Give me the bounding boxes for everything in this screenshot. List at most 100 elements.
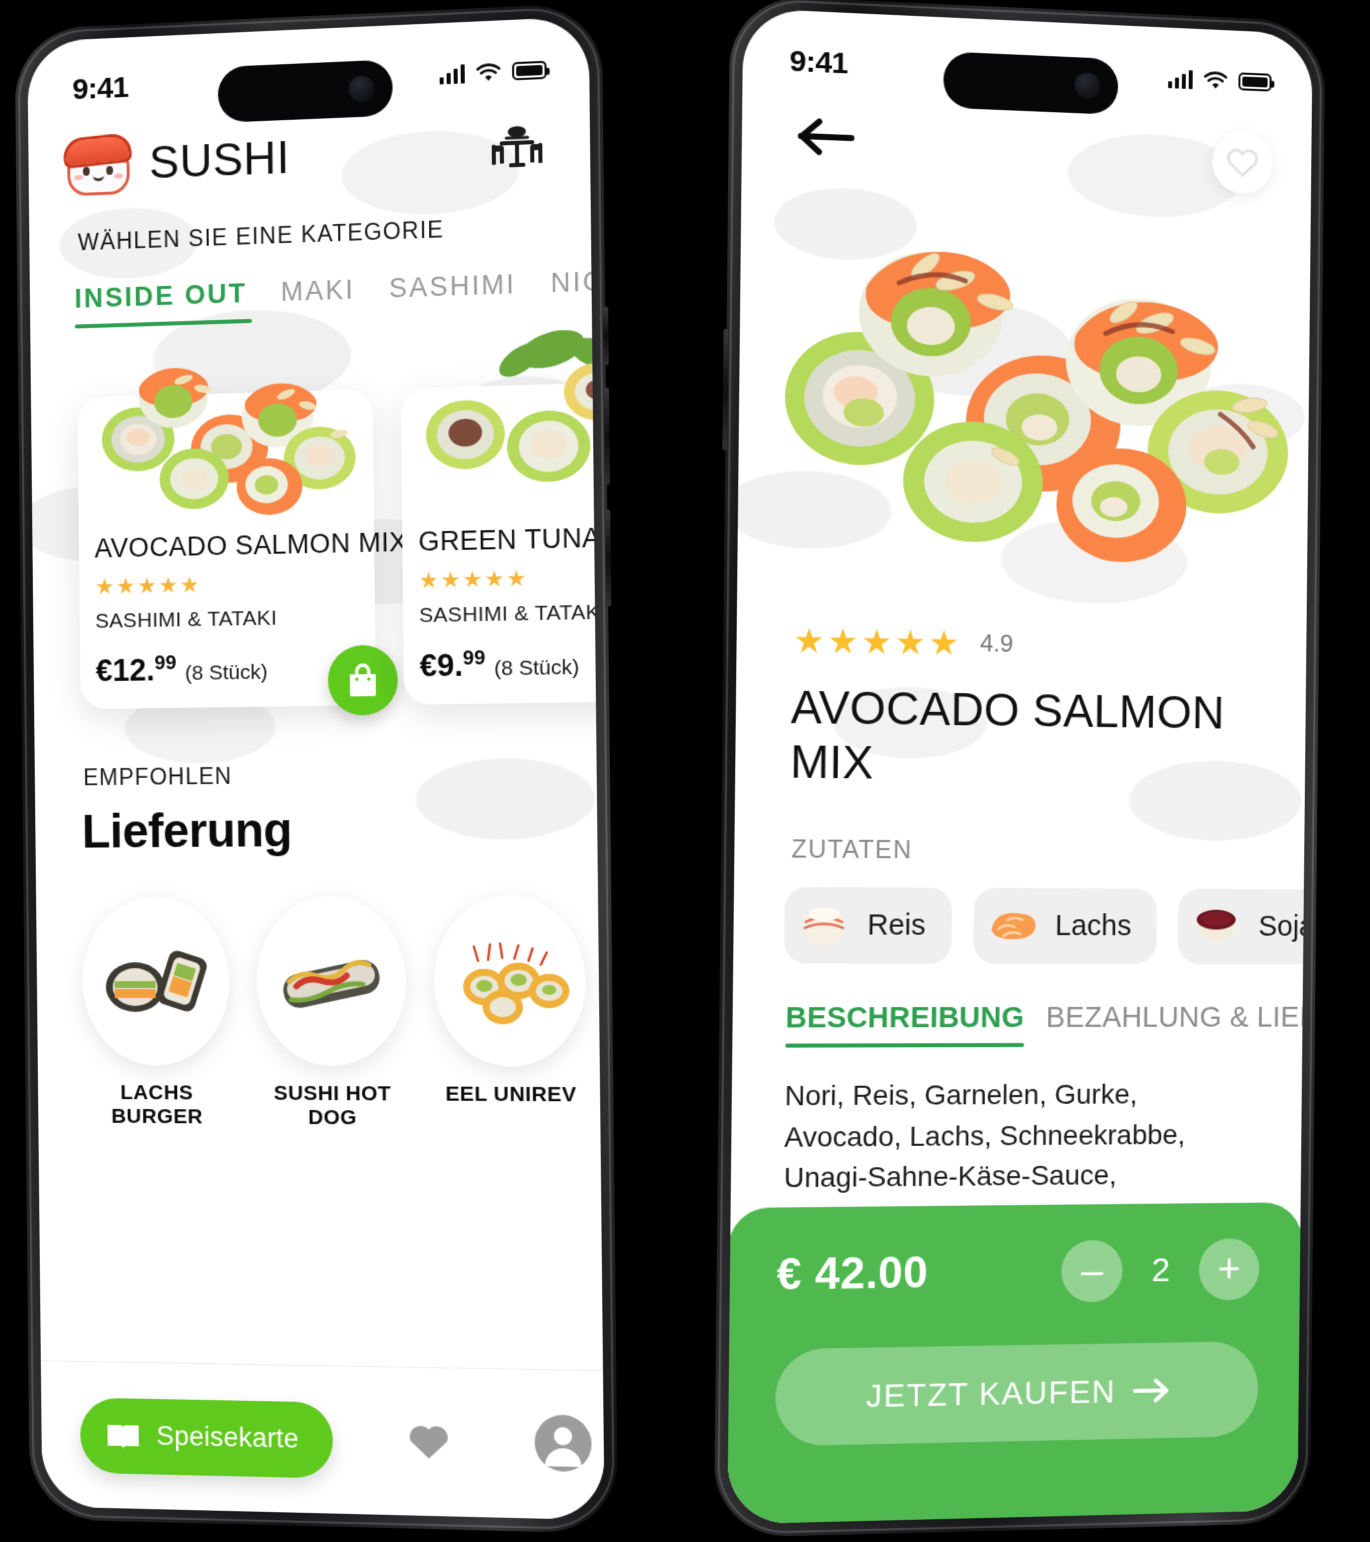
category-tab-inside-out[interactable]: INSIDE OUT bbox=[74, 278, 247, 328]
product-card-green-tuna[interactable]: GREEN TUNA ★★★★★ SASHIMI & TATAKI €9.99 … bbox=[400, 322, 605, 706]
favorites-tab-button[interactable] bbox=[404, 1418, 453, 1466]
right-screen: 9:41 ★★★★★ 4.9 AVOCADO SALMON MIX ZUTATE… bbox=[727, 8, 1313, 1525]
decrease-quantity-button[interactable]: – bbox=[1061, 1239, 1123, 1303]
category-tab-sashimi[interactable]: SASHIMI bbox=[389, 269, 517, 318]
favorite-button[interactable] bbox=[1211, 130, 1273, 195]
ingredient-label: Soja S bbox=[1258, 910, 1313, 943]
detail-tabs: BESCHREIBUNG BEZAHLUNG & LIEFERUNG bbox=[732, 964, 1312, 1048]
arrow-right-icon bbox=[1133, 1376, 1171, 1405]
profile-tab-button[interactable] bbox=[533, 1413, 593, 1476]
product-detail-title: AVOCADO SALMON MIX bbox=[789, 680, 1225, 789]
cellular-bars-icon bbox=[1168, 69, 1193, 89]
back-button[interactable] bbox=[797, 114, 858, 164]
recommended-item-lachs-burger[interactable]: LACHS BURGER bbox=[79, 896, 234, 1130]
recommended-label: LACHS BURGER bbox=[111, 1081, 203, 1129]
front-camera-icon bbox=[1074, 72, 1101, 100]
sushi-roll-photo-icon bbox=[101, 366, 355, 516]
recommended-item-eel-unirev[interactable]: EEL UNIREV bbox=[430, 895, 590, 1132]
product-rating-stars: ★★★★★ bbox=[94, 572, 202, 600]
sushi-roll-photo-icon bbox=[425, 322, 605, 483]
lachs-burger-icon bbox=[105, 948, 209, 1015]
status-time: 9:41 bbox=[789, 44, 849, 81]
recommended-list: LACHS BURGER SUSHI HOT DOG EEL UNIREV bbox=[36, 856, 601, 1132]
arrow-left-icon bbox=[797, 114, 858, 161]
status-indicators bbox=[439, 60, 547, 85]
detail-tab-beschreibung[interactable]: BESCHREIBUNG bbox=[785, 1002, 1024, 1048]
brand-lockup: SUSHI bbox=[62, 126, 291, 197]
front-camera-icon bbox=[348, 75, 375, 103]
ingredients-label: ZUTATEN bbox=[791, 835, 913, 865]
category-tab-maki[interactable]: MAKI bbox=[281, 275, 356, 322]
price-quantity-row: € 42.00 – 2 + bbox=[776, 1238, 1260, 1306]
quantity-value: 2 bbox=[1151, 1250, 1171, 1289]
increase-quantity-button[interactable]: + bbox=[1198, 1238, 1260, 1301]
ingredient-chip-lachs[interactable]: Lachs bbox=[973, 887, 1158, 965]
recommended-image bbox=[433, 895, 587, 1068]
salmon-slice-icon bbox=[985, 901, 1039, 951]
buy-now-button[interactable]: JETZT KAUFEN bbox=[774, 1341, 1259, 1447]
price-main: 9. bbox=[436, 647, 464, 684]
status-time: 9:41 bbox=[72, 71, 129, 107]
detail-tab-bezahlung-lieferung[interactable]: BEZAHLUNG & LIEFERUNG bbox=[1046, 1002, 1313, 1047]
menu-tab-button[interactable]: Speisekarte bbox=[79, 1397, 334, 1479]
eel-unirev-icon bbox=[463, 920, 570, 1025]
price-main: 12. bbox=[112, 652, 155, 689]
ingredient-label: Reis bbox=[867, 908, 926, 942]
recommended-eyebrow: EMPFOHLEN bbox=[83, 763, 233, 791]
quantity-stepper: – 2 + bbox=[1061, 1238, 1260, 1303]
cellular-bars-icon bbox=[439, 63, 465, 85]
recommended-label: EEL UNIREV bbox=[445, 1082, 577, 1107]
left-content: SUSHI WÄHLEN SIE EINE KATEGORIE INSIDE O… bbox=[28, 85, 605, 1520]
wifi-icon bbox=[1203, 70, 1228, 89]
user-avatar-icon bbox=[534, 1414, 592, 1473]
battery-icon bbox=[1238, 72, 1272, 92]
ingredient-chips: Reis Lachs Soja bbox=[733, 864, 1313, 965]
dynamic-island bbox=[217, 59, 393, 123]
soy-sauce-bowl-glyph bbox=[1196, 909, 1237, 942]
product-card-avocado-salmon-mix[interactable]: AVOCADO SALMON MIX ★★★★★ SASHIMI & TATAK… bbox=[77, 366, 408, 717]
phone-right-power-button[interactable] bbox=[722, 328, 729, 451]
phone-left-volume-down-button[interactable] bbox=[605, 509, 612, 607]
rating-value: 4.9 bbox=[979, 630, 1014, 658]
ingredient-chip-reis[interactable]: Reis bbox=[784, 886, 953, 964]
phone-right: 9:41 ★★★★★ 4.9 AVOCADO SALMON MIX ZUTATE… bbox=[713, 0, 1326, 1538]
left-screen: 9:41 SUSHI WÄHLEN SIE EINE KATEGORIE INS… bbox=[27, 16, 605, 1521]
phone-left: 9:41 SUSHI WÄHLEN SIE EINE KATEGORIE INS… bbox=[14, 2, 618, 1534]
tab-bar-icons bbox=[404, 1411, 593, 1477]
wifi-icon bbox=[476, 62, 501, 81]
purchase-panel: € 42.00 – 2 + JETZT KAUFEN bbox=[727, 1202, 1303, 1525]
price-cents: 99 bbox=[462, 647, 486, 670]
bottom-tab-bar: Speisekarte bbox=[40, 1360, 605, 1521]
product-name: AVOCADO SALMON MIX bbox=[94, 526, 408, 564]
product-name: GREEN TUNA bbox=[418, 522, 602, 557]
sushi-nigiri-logo-icon bbox=[62, 132, 136, 197]
total-price: € 42.00 bbox=[776, 1248, 929, 1300]
buy-now-label: JETZT KAUFEN bbox=[865, 1372, 1117, 1414]
book-icon bbox=[107, 1424, 139, 1449]
phone-left-mute-switch[interactable] bbox=[603, 306, 609, 366]
avocado-salmon-mix-photo-icon bbox=[784, 180, 1289, 564]
price-units: (8 Stück) bbox=[494, 656, 580, 681]
category-tab-nigiri[interactable]: NIGIRI bbox=[550, 265, 604, 314]
price-currency: € bbox=[95, 653, 113, 689]
soy-sauce-bowl-icon bbox=[1190, 902, 1243, 952]
table-service-glyph bbox=[491, 125, 543, 168]
recommended-image bbox=[255, 895, 407, 1067]
phone-left-volume-up-button[interactable] bbox=[603, 387, 610, 486]
rating-stars: ★★★★★ bbox=[793, 622, 963, 664]
ingredient-chip-soja-sauce[interactable]: Soja S bbox=[1178, 888, 1313, 965]
price-units: (8 Stück) bbox=[184, 661, 268, 686]
rice-ball-icon bbox=[796, 900, 851, 951]
product-category: SASHIMI & TATAKI bbox=[419, 600, 605, 628]
sushi-hot-dog-icon bbox=[266, 921, 383, 1041]
app-title: SUSHI bbox=[148, 130, 291, 189]
battery-icon bbox=[512, 60, 547, 81]
recommended-item-sushi-hot-dog[interactable]: SUSHI HOT DOG bbox=[253, 895, 411, 1131]
recommended-title: Lieferung bbox=[81, 804, 293, 859]
screenshot-stage: 9:41 SUSHI WÄHLEN SIE EINE KATEGORIE INS… bbox=[0, 0, 1370, 1542]
product-rating-stars: ★★★★★ bbox=[418, 565, 529, 593]
rating-row: ★★★★★ 4.9 bbox=[736, 606, 1306, 670]
table-service-icon[interactable] bbox=[490, 124, 543, 173]
product-carousel: AVOCADO SALMON MIX ★★★★★ SASHIMI & TATAK… bbox=[30, 312, 605, 717]
product-image-avocado-salmon-mix bbox=[77, 327, 374, 520]
